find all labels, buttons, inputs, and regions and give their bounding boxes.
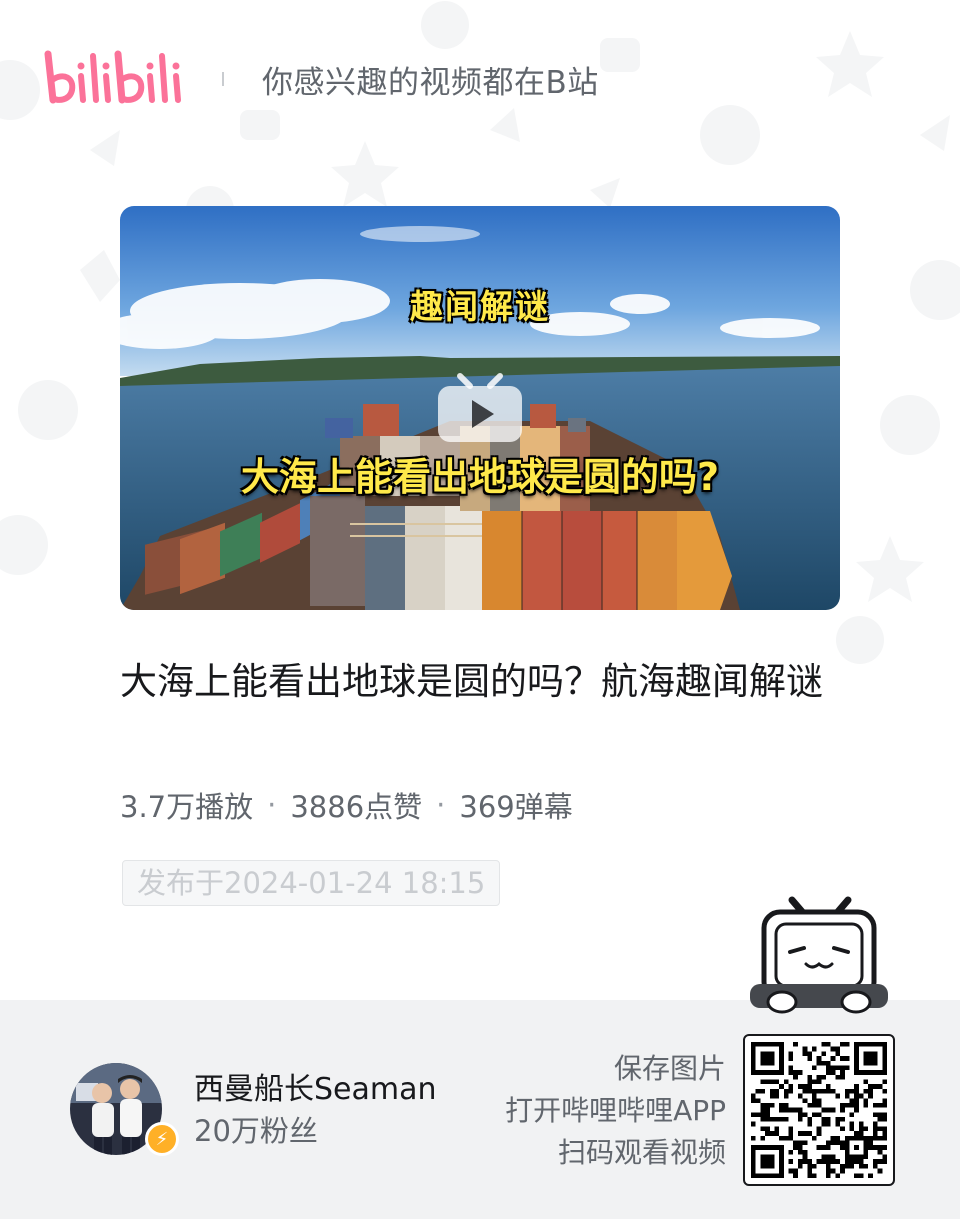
save-image-text: 保存图片 — [613, 1052, 726, 1085]
tv-mascot-icon — [750, 896, 888, 1014]
video-stats: 3.7万播放 · 3886点赞 · 369弹幕 — [120, 784, 573, 826]
scan-to-watch-text: 扫码观看视频 — [557, 1136, 726, 1169]
publish-date: 发布于2024-01-24 18:15 — [122, 860, 501, 906]
open-app-text: 打开哔哩哔哩APP — [505, 1094, 726, 1127]
play-icon[interactable] — [436, 372, 524, 442]
author-name[interactable]: 西曼船长Seaman — [194, 1064, 437, 1108]
video-title[interactable]: 大海上能看出地球是圆的吗？航海趣闻解谜 — [120, 656, 840, 708]
danmaku-count: 369弹幕 — [459, 790, 573, 824]
slogan: 你感兴趣的视频都在B站 — [262, 64, 599, 101]
bilibili-logo — [44, 50, 181, 104]
cover-headline: 大海上能看出地球是圆的吗? — [240, 455, 720, 499]
qr-instructions: 保存图片 打开哔哩哔哩APP 扫码观看视频 — [505, 1048, 726, 1174]
author-fans: 20万粉丝 — [194, 1114, 318, 1148]
like-count: 3886点赞 — [290, 790, 423, 824]
qr-code[interactable] — [743, 1034, 895, 1186]
stats-separator: · — [436, 788, 446, 822]
header-divider — [222, 72, 224, 86]
view-count: 3.7万播放 — [120, 790, 254, 824]
header: 你感兴趣的视频都在B站 — [44, 44, 599, 114]
qr-code-image — [751, 1042, 887, 1178]
cover-tag: 趣闻解谜 — [410, 287, 550, 326]
stats-separator: · — [267, 788, 277, 822]
lightning-icon: ⚡ — [145, 1122, 179, 1156]
video-cover[interactable]: 趣闻解谜 大海上能看出地球是圆的吗? — [120, 206, 840, 610]
